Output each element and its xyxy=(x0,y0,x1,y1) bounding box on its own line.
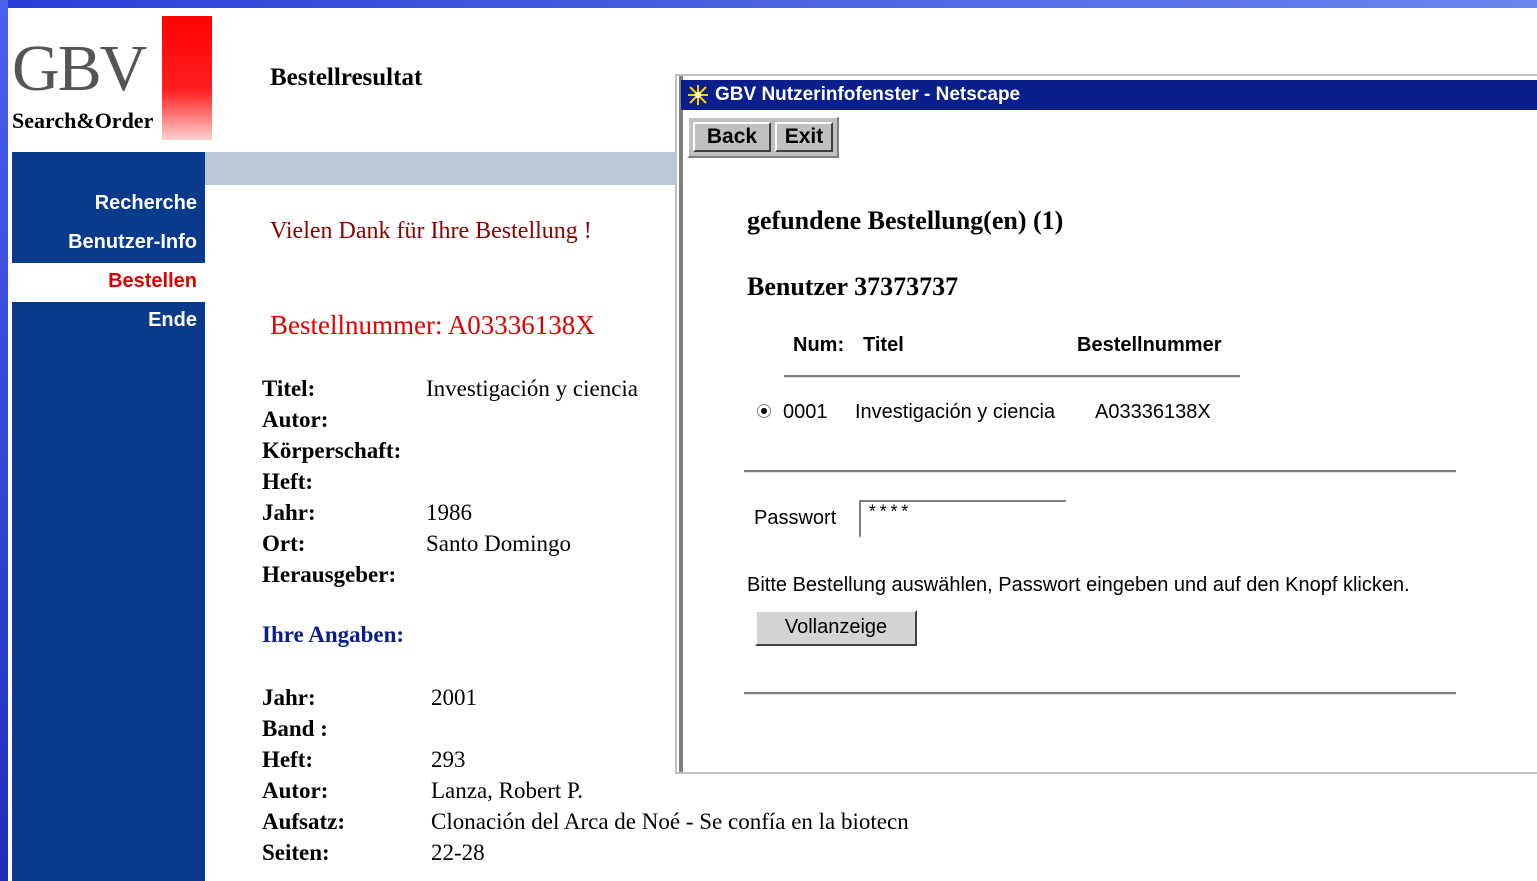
logo-sub-text: Search&Order xyxy=(12,108,154,133)
header-bar-light xyxy=(205,152,675,185)
user-heading: Benutzer 37373737 xyxy=(747,272,959,301)
orders-found-heading: gefundene Bestellung(en) (1) xyxy=(747,206,1064,235)
field-label-titel: Titel: xyxy=(262,376,316,401)
angaben-value-seiten: 22-28 xyxy=(431,840,485,865)
password-label: Passwort xyxy=(754,507,837,529)
sidebar-item-recherche[interactable]: Recherche xyxy=(12,185,205,224)
page-title: Bestellresultat xyxy=(270,64,423,91)
field-label-autor: Autor: xyxy=(262,407,329,432)
angaben-value-aufsatz: Clonación del Arca de Noé - Se confía en… xyxy=(431,809,909,834)
sidebar-item-bestellen[interactable]: Bestellen xyxy=(12,263,205,302)
instruction-text: Bitte Bestellung auswählen, Passwort ein… xyxy=(747,574,1410,596)
header-bar-dark xyxy=(12,152,205,185)
field-value-ort: Santo Domingo xyxy=(426,531,572,556)
slide-frame-left xyxy=(0,0,8,881)
field-label-jahr: Jahr: xyxy=(262,500,316,525)
logo-main-text: GBV xyxy=(12,32,147,105)
field-value-jahr: 1986 xyxy=(426,500,472,525)
column-title: Titel xyxy=(863,334,904,356)
window-left-border xyxy=(679,76,683,772)
angaben-label-band: Band : xyxy=(262,716,328,741)
angaben-value-autor: Lanza, Robert P. xyxy=(431,778,584,803)
back-button[interactable]: Back xyxy=(693,122,771,152)
angaben-value-jahr: 2001 xyxy=(431,685,477,710)
angaben-label-jahr: Jahr: xyxy=(262,685,316,710)
angaben-label-heft: Heft: xyxy=(262,747,314,772)
window-titlebar[interactable]: GBV Nutzerinfofenster - Netscape xyxy=(681,80,1537,110)
logo-red-bar xyxy=(162,16,212,140)
field-label-herausgeber: Herausgeber: xyxy=(262,562,397,587)
row-num: 0001 xyxy=(783,401,828,423)
order-radio[interactable] xyxy=(757,404,771,418)
field-value-titel: Investigación y ciencia xyxy=(426,376,639,401)
angaben-label-autor: Autor: xyxy=(262,778,329,803)
angaben-label-aufsatz: Aufsatz: xyxy=(262,809,346,834)
sidebar-item-ende[interactable]: Ende xyxy=(12,302,205,341)
sidebar-item-benutzer-info[interactable]: Benutzer-Info xyxy=(12,224,205,263)
vollanzeige-button[interactable]: Vollanzeige xyxy=(755,610,917,646)
exit-button[interactable]: Exit xyxy=(775,122,833,152)
window-toolbar: Back Exit xyxy=(687,116,839,158)
password-input[interactable]: **** xyxy=(859,500,1067,538)
row-order-number: A03336138X xyxy=(1095,401,1211,423)
field-label-koerperschaft: Körperschaft: xyxy=(262,438,402,463)
user-info-window: GBV Nutzerinfofenster - Netscape Back Ex… xyxy=(675,74,1537,774)
divider-bottom xyxy=(744,692,1456,695)
column-num: Num: xyxy=(793,334,845,356)
slide-frame-top xyxy=(0,0,1537,8)
divider-top xyxy=(744,470,1456,473)
sidebar: Recherche Benutzer-Info Bestellen Ende xyxy=(12,185,205,881)
angaben-heading: Ihre Angaben: xyxy=(262,622,405,647)
gbv-logo: GBV Search&Order xyxy=(12,16,212,146)
order-number: Bestellnummer: A03336138X xyxy=(270,310,595,340)
window-title: GBV Nutzerinfofenster - Netscape xyxy=(715,84,1021,105)
table-divider xyxy=(784,375,1240,378)
angaben-label-seiten: Seiten: xyxy=(262,840,330,865)
column-order-number: Bestellnummer xyxy=(1077,334,1222,356)
netscape-icon xyxy=(687,84,709,106)
field-label-heft: Heft: xyxy=(262,469,314,494)
row-title: Investigación y ciencia xyxy=(855,401,1056,423)
angaben-value-heft: 293 xyxy=(431,747,466,772)
field-label-ort: Ort: xyxy=(262,531,306,556)
thanks-message: Vielen Dank für Ihre Bestellung ! xyxy=(270,218,592,244)
